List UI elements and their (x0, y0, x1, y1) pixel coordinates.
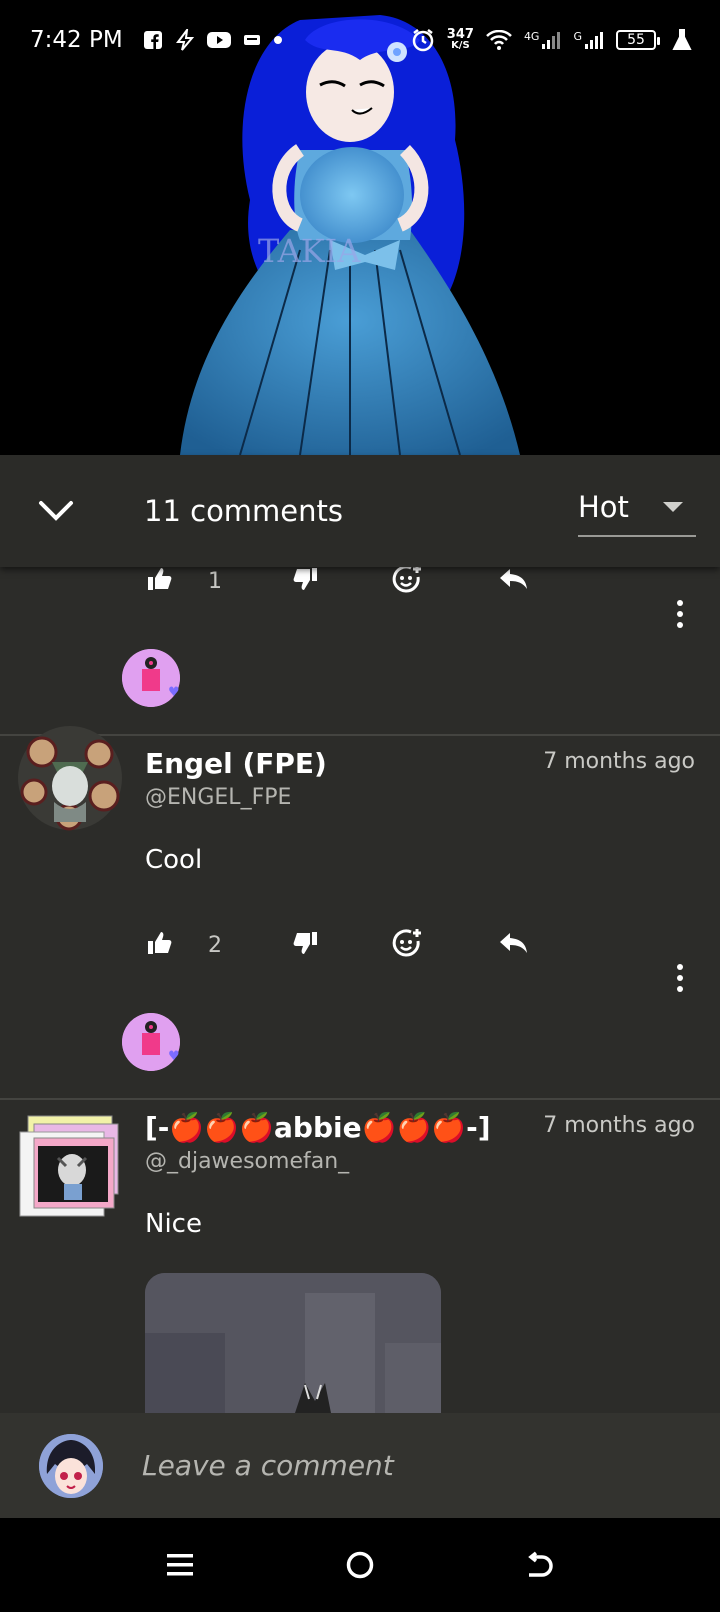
back-icon (528, 1551, 553, 1577)
comment-divider (0, 1098, 720, 1100)
comments-count: 11 comments (144, 494, 344, 528)
back-button[interactable] (518, 1543, 562, 1587)
flash-icon (175, 29, 195, 51)
like-button[interactable] (140, 923, 180, 963)
current-user-avatar (39, 1433, 103, 1498)
dislike-button[interactable] (285, 567, 325, 599)
comment-handle[interactable]: @ENGEL_FPE (145, 785, 291, 810)
react-button[interactable] (387, 923, 427, 963)
comments-header: 11 comments Hot (0, 455, 720, 567)
commenter-avatar[interactable] (14, 722, 126, 834)
reply-button[interactable] (494, 923, 534, 963)
comment-actions: 2 (0, 929, 720, 991)
comment-text: Nice (145, 1209, 202, 1239)
dropdown-arrow-icon (663, 502, 683, 512)
comment-menu-button[interactable] (670, 594, 690, 634)
message-icon (243, 33, 261, 47)
status-time: 7:42 PM (30, 27, 123, 53)
add-reaction-icon (392, 929, 421, 957)
menu-button[interactable] (158, 1543, 202, 1587)
home-button[interactable] (338, 1543, 382, 1587)
thumbs-down-icon (293, 568, 317, 590)
reply-icon (500, 569, 527, 589)
react-button[interactable] (387, 567, 427, 599)
reply-button[interactable] (494, 567, 534, 599)
signal-icon: G (573, 30, 604, 50)
collapse-button[interactable] (26, 481, 86, 541)
comment-time: 7 months ago (543, 749, 695, 774)
comment-list[interactable]: 1 ♥ Engel (FPE) @ENGEL_FPE 7 months ago … (0, 567, 720, 1413)
wifi-icon (486, 30, 512, 50)
comment-text: Cool (145, 845, 203, 875)
comment-menu-button[interactable] (670, 958, 690, 998)
like-count: 1 (208, 569, 222, 594)
comment-actions: 1 (0, 567, 720, 627)
comment-composer (0, 1413, 720, 1518)
sort-dropdown[interactable]: Hot (578, 479, 696, 537)
comment-image[interactable] (145, 1273, 441, 1413)
speed-unit: K/S (451, 39, 470, 51)
thumbs-down-icon (293, 932, 317, 954)
dislike-button[interactable] (285, 923, 325, 963)
lab-icon (672, 29, 692, 51)
reply-icon (500, 933, 527, 953)
heart-icon: ♥ (168, 1049, 180, 1064)
alarm-icon (411, 28, 435, 52)
comment-author[interactable]: Engel (FPE) (145, 747, 327, 780)
comment-time: 7 months ago (543, 1113, 695, 1138)
commenter-avatar[interactable] (14, 1112, 126, 1224)
facebook-icon (143, 30, 163, 50)
dot-icon (273, 35, 283, 45)
thumbs-up-icon (148, 932, 172, 954)
network-speed: 347 K/S (447, 28, 474, 51)
comment-author[interactable]: [-🍎🍎🍎abbie🍎🍎🍎-] (145, 1111, 491, 1144)
artwork-watermark: TAKIA (258, 232, 361, 270)
heart-icon: ♥ (168, 685, 180, 700)
comment-handle[interactable]: @_djawesomefan_ (145, 1149, 349, 1174)
comment-input[interactable] (140, 1448, 690, 1483)
chevron-down-icon (39, 501, 73, 521)
system-nav-bar (0, 1518, 720, 1612)
status-bar: 7:42 PM 347 K/S 4G G 55 (0, 0, 720, 80)
menu-icon (167, 1554, 193, 1576)
add-reaction-icon (392, 567, 421, 593)
like-count: 2 (208, 933, 222, 958)
home-circle-icon (346, 1551, 374, 1579)
youtube-icon (206, 31, 231, 49)
battery-level: 55 (627, 32, 645, 48)
battery-indicator: 55 (616, 30, 660, 50)
like-button[interactable] (140, 567, 180, 599)
network-4g: 4G (523, 30, 540, 43)
signal-icon: 4G (524, 30, 562, 50)
network-g: G (573, 30, 582, 43)
sort-value: Hot (578, 490, 629, 524)
thumbs-up-icon (148, 568, 172, 590)
